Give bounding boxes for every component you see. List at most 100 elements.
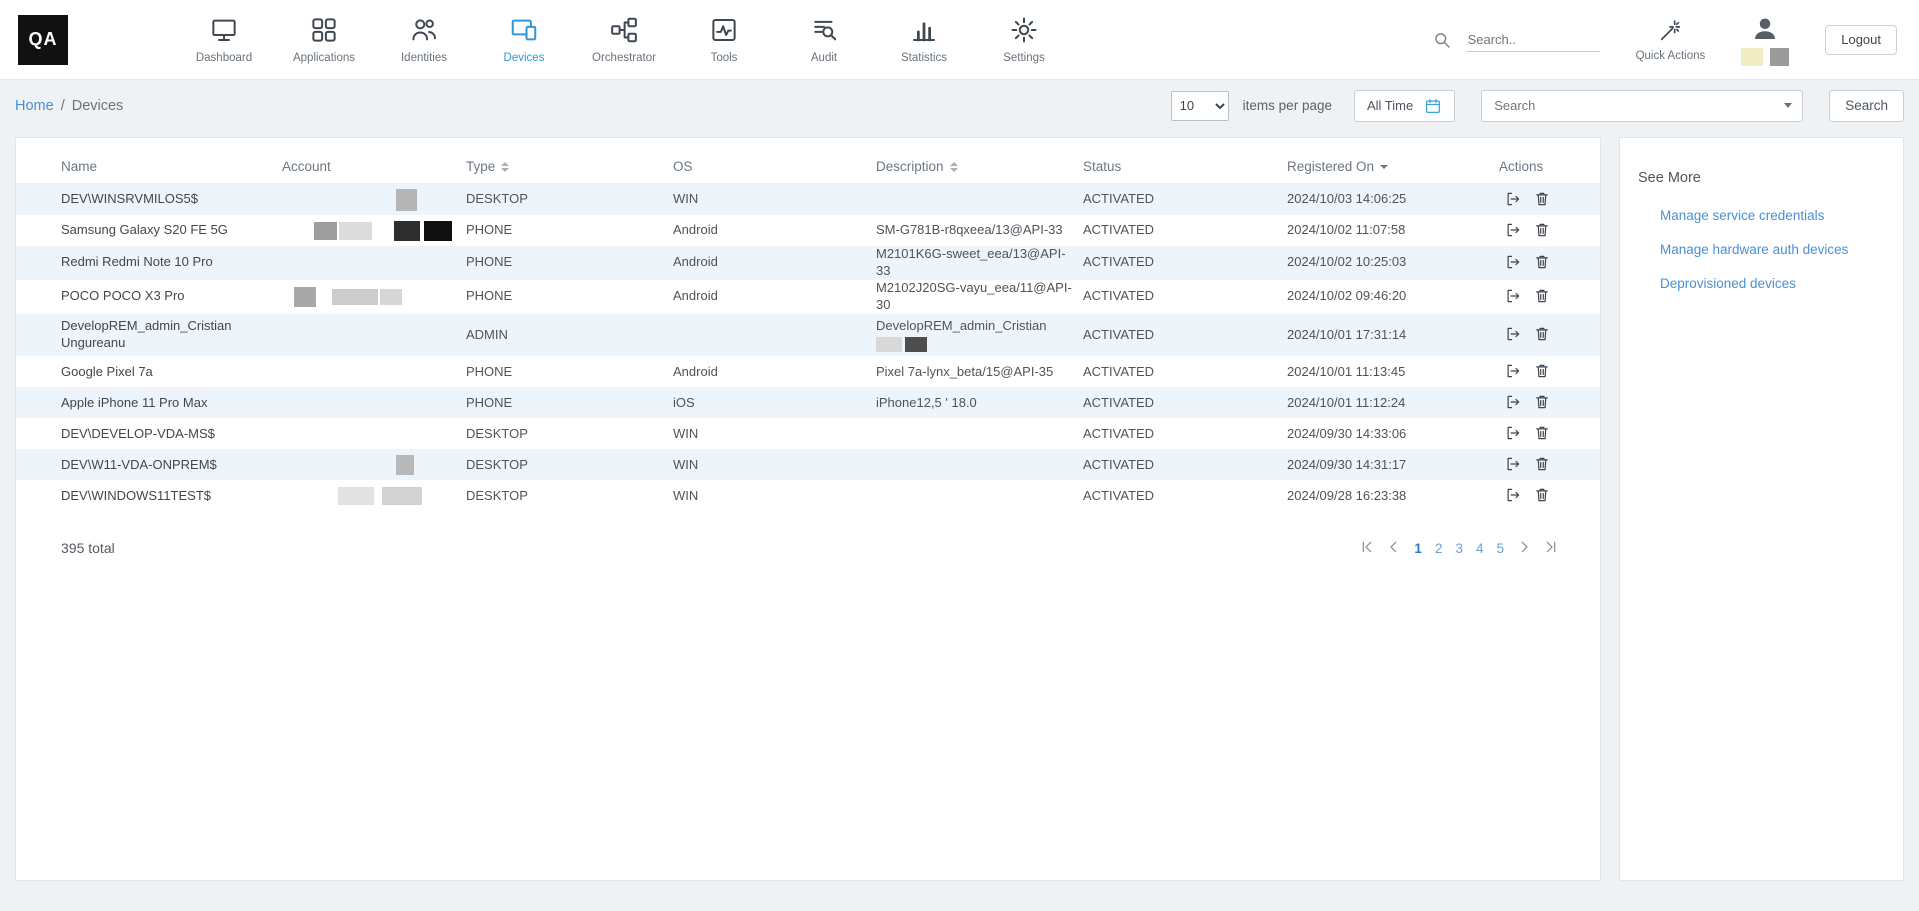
redacted-group <box>282 455 414 475</box>
cell-registered-on: 2024/10/01 17:31:14 <box>1287 320 1499 351</box>
device-log-button[interactable] <box>1503 253 1523 273</box>
nav-item-tools[interactable]: Tools <box>674 15 774 64</box>
redacted-block <box>338 487 374 505</box>
device-log-button[interactable] <box>1503 393 1523 413</box>
device-log-button[interactable] <box>1503 287 1523 307</box>
page-number-4[interactable]: 4 <box>1474 541 1486 556</box>
cell-os <box>673 320 876 351</box>
redacted-block <box>339 222 372 240</box>
items-per-page-select[interactable]: 10 <box>1171 91 1229 121</box>
nav-item-statistics[interactable]: Statistics <box>874 15 974 64</box>
time-filter-button[interactable]: All Time <box>1354 90 1455 122</box>
column-label: Actions <box>1499 159 1543 174</box>
app-logo: QA <box>18 15 68 65</box>
applications-icon <box>309 15 339 45</box>
cell-status: ACTIVATED <box>1083 480 1287 511</box>
cell-type: PHONE <box>466 356 673 387</box>
quick-actions-button[interactable]: Quick Actions <box>1636 18 1706 62</box>
delete-device-button[interactable] <box>1532 393 1552 413</box>
column-header-description[interactable]: Description <box>876 159 1083 174</box>
trash-icon <box>1533 221 1551 239</box>
cell-actions <box>1499 356 1592 387</box>
page-number-5[interactable]: 5 <box>1494 541 1506 556</box>
table-search-combobox[interactable] <box>1481 90 1803 122</box>
cell-name: POCO POCO X3 Pro <box>61 281 282 312</box>
delete-device-button[interactable] <box>1532 362 1552 382</box>
first-page-button[interactable] <box>1358 539 1376 557</box>
table-row: DEV\W11-VDA-ONPREM$DESKTOPWINACTIVATED20… <box>16 449 1600 480</box>
column-label: Description <box>876 159 944 174</box>
page-number-2[interactable]: 2 <box>1433 541 1445 556</box>
cell-description <box>876 418 1083 449</box>
export-icon <box>1504 455 1522 473</box>
nav-item-applications[interactable]: Applications <box>274 15 374 64</box>
table-row: Samsung Galaxy S20 FE 5GPHONEAndroidSM-G… <box>16 215 1600 246</box>
next-page-button[interactable] <box>1515 539 1533 557</box>
delete-device-button[interactable] <box>1532 190 1552 210</box>
breadcrumb-home-link[interactable]: Home <box>15 98 54 114</box>
trash-icon <box>1533 393 1551 411</box>
delete-device-button[interactable] <box>1532 424 1552 444</box>
cell-registered-on: 2024/09/28 16:23:38 <box>1287 480 1499 511</box>
redacted-group <box>282 189 417 211</box>
see-more-link[interactable]: Deprovisioned devices <box>1660 276 1887 291</box>
see-more-link[interactable]: Manage service credentials <box>1660 208 1887 223</box>
prev-page-button[interactable] <box>1385 539 1403 557</box>
table-row: DevelopREM_admin_Cristian UngureanuADMIN… <box>16 314 1600 357</box>
column-header-registered-on[interactable]: Registered On <box>1287 159 1499 174</box>
magic-wand-icon <box>1658 18 1683 43</box>
export-icon <box>1504 190 1522 208</box>
cell-account <box>282 215 466 246</box>
page-number-1[interactable]: 1 <box>1412 541 1424 556</box>
nav-item-identities[interactable]: Identities <box>374 15 474 64</box>
cell-registered-on: 2024/10/01 11:12:24 <box>1287 387 1499 418</box>
logout-button[interactable]: Logout <box>1825 25 1897 55</box>
see-more-link[interactable]: Manage hardware auth devices <box>1660 242 1887 257</box>
cell-name: DEV\WINSRVMILOS5$ <box>61 184 282 215</box>
global-search-input[interactable] <box>1466 28 1600 52</box>
description-text: M2101K6G-sweet_eea/13@API-33 <box>876 246 1073 280</box>
nav-item-settings[interactable]: Settings <box>974 15 1074 64</box>
last-page-button[interactable] <box>1542 539 1560 557</box>
redacted-block <box>396 189 417 211</box>
cell-name: Samsung Galaxy S20 FE 5G <box>61 215 282 246</box>
cell-description: M2101K6G-sweet_eea/13@API-33 <box>876 246 1083 280</box>
trash-icon <box>1533 455 1551 473</box>
nav-item-dashboard[interactable]: Dashboard <box>174 15 274 64</box>
device-log-button[interactable] <box>1503 455 1523 475</box>
nav-item-audit[interactable]: Audit <box>774 15 874 64</box>
settings-icon <box>1009 15 1039 45</box>
cell-description: M2102J20SG-vayu_eea/11@API-30 <box>876 280 1083 314</box>
pagination-first-icon <box>1359 539 1375 555</box>
nav-item-devices[interactable]: Devices <box>474 15 574 64</box>
cell-actions <box>1499 281 1592 312</box>
device-log-button[interactable] <box>1503 190 1523 210</box>
pagination: 12345 <box>1358 539 1560 557</box>
delete-device-button[interactable] <box>1532 455 1552 475</box>
user-avatar[interactable] <box>1741 14 1789 66</box>
devices-icon <box>509 15 539 45</box>
device-log-button[interactable] <box>1503 325 1523 345</box>
page-number-3[interactable]: 3 <box>1453 541 1465 556</box>
cell-account <box>282 281 466 312</box>
device-log-button[interactable] <box>1503 221 1523 241</box>
delete-device-button[interactable] <box>1532 325 1552 345</box>
column-label: OS <box>673 159 693 174</box>
cell-type: DESKTOP <box>466 449 673 480</box>
device-log-button[interactable] <box>1503 362 1523 382</box>
search-button[interactable]: Search <box>1829 90 1904 122</box>
delete-device-button[interactable] <box>1532 221 1552 241</box>
device-log-button[interactable] <box>1503 486 1523 506</box>
delete-device-button[interactable] <box>1532 253 1552 273</box>
device-log-button[interactable] <box>1503 424 1523 444</box>
table-search-input[interactable] <box>1492 97 1776 114</box>
column-header-type[interactable]: Type <box>466 159 673 174</box>
delete-device-button[interactable] <box>1532 287 1552 307</box>
redacted-group <box>876 337 927 352</box>
dashboard-icon <box>209 15 239 45</box>
nav-item-orchestrator[interactable]: Orchestrator <box>574 15 674 64</box>
trash-icon <box>1533 362 1551 380</box>
cell-os: WIN <box>673 480 876 511</box>
delete-device-button[interactable] <box>1532 486 1552 506</box>
description-text: iPhone12,5 ' 18.0 <box>876 395 977 412</box>
